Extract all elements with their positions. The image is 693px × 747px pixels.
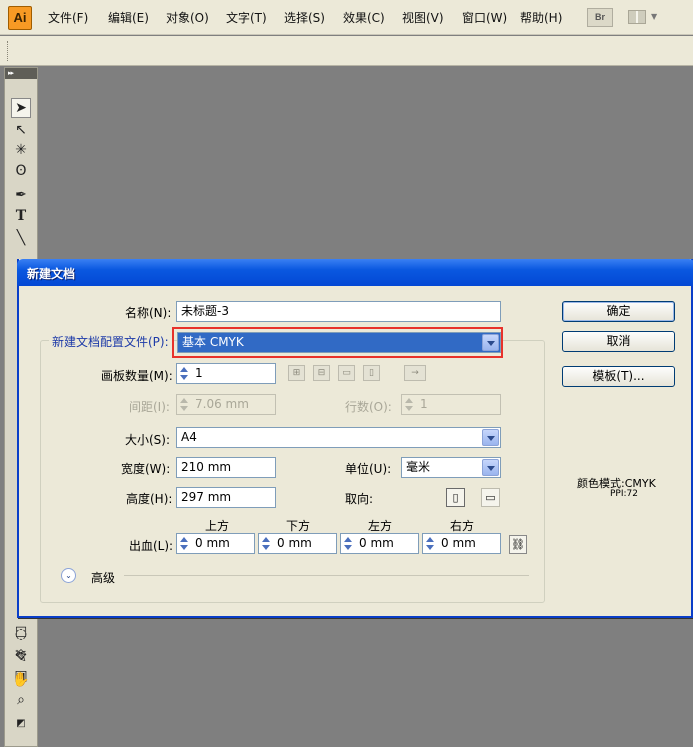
workspace-grid-icon (628, 10, 646, 24)
bleed-right-label: 右方 (450, 519, 475, 533)
arrange-by-row-icon[interactable]: ▭ (338, 365, 355, 381)
app-logo: Ai (8, 6, 32, 30)
menu-bar: Ai 文件(F) 编辑(E) 对象(O) 文字(T) 选择(S) 效果(C) 视… (0, 0, 693, 35)
spacing-input: 7.06 mm (176, 394, 276, 415)
stepper-icon[interactable] (178, 366, 190, 381)
stepper-icon[interactable] (178, 536, 190, 551)
artboard-tool-icon[interactable]: ☐ (11, 623, 31, 643)
size-label: 大小(S): (125, 433, 171, 447)
units-label: 单位(U): (345, 462, 392, 476)
stepper-icon (178, 397, 190, 412)
control-bar (0, 36, 693, 66)
bleed-top-value: 0 mm (195, 536, 230, 550)
menu-type[interactable]: 文字(T) (226, 9, 267, 26)
tools-panel-header[interactable]: ▸▸ (5, 68, 37, 79)
menu-object[interactable]: 对象(O) (166, 9, 209, 26)
workspace-switcher-button[interactable]: ▼ (628, 8, 662, 27)
menu-select[interactable]: 选择(S) (284, 9, 325, 26)
height-label: 高度(H): (126, 492, 173, 506)
arrange-by-column-icon[interactable]: ▯ (363, 365, 380, 381)
menu-effect[interactable]: 效果(C) (343, 9, 385, 26)
profile-select[interactable]: 基本 CMYK (177, 332, 501, 353)
expand-chevron-icon[interactable]: ⌄ (61, 568, 76, 583)
units-select-value: 毫米 (406, 460, 431, 474)
spacing-label: 间距(I): (129, 400, 170, 414)
bleed-label: 出血(L): (129, 539, 174, 553)
width-label: 宽度(W): (121, 462, 171, 476)
stepper-icon[interactable] (260, 536, 272, 551)
rows-label: 行数(O): (345, 400, 392, 414)
layout-direction-icon[interactable]: → (404, 365, 426, 381)
portrait-orientation-icon[interactable]: ▯ (446, 488, 465, 507)
magic-wand-tool-icon[interactable]: ✳ (11, 140, 31, 160)
bleed-bottom-input[interactable]: 0 mm (258, 533, 337, 554)
bleed-top-input[interactable]: 0 mm (176, 533, 255, 554)
fill-stroke-swatch-icon[interactable]: ◩ (11, 714, 31, 734)
size-select-value: A4 (181, 430, 197, 444)
dialog-titlebar[interactable]: 新建文档 (17, 259, 693, 286)
orientation-label: 取向: (345, 492, 374, 506)
profile-select-value: 基本 CMYK (182, 335, 244, 349)
rows-value: 1 (420, 397, 428, 411)
bleed-right-value: 0 mm (441, 536, 476, 550)
bleed-top-label: 上方 (205, 519, 230, 533)
pen-tool-icon[interactable]: ✒ (11, 185, 31, 205)
bleed-left-label: 左方 (368, 519, 393, 533)
new-document-dialog: 新建文档 名称(N): 未标题-3 新建文档配置文件(P): 基本 CMYK 画… (17, 259, 693, 618)
chevron-down-icon[interactable] (482, 459, 499, 476)
profile-label: 新建文档配置文件(P): (49, 333, 172, 350)
cancel-button[interactable]: 取消 (562, 331, 675, 352)
menu-edit[interactable]: 编辑(E) (108, 9, 149, 26)
grid-by-row-icon[interactable]: ⊞ (288, 365, 305, 381)
height-input[interactable]: 297 mm (176, 487, 276, 508)
menu-window[interactable]: 窗口(W) (462, 9, 507, 26)
spacing-value: 7.06 mm (195, 397, 249, 411)
grid-by-column-icon[interactable]: ⊟ (313, 365, 330, 381)
direct-selection-tool-icon[interactable]: ↖ (11, 120, 31, 140)
selection-tool-icon[interactable]: ➤ (11, 98, 31, 118)
bleed-bottom-label: 下方 (286, 519, 311, 533)
chevron-down-icon[interactable] (482, 334, 499, 351)
dialog-title: 新建文档 (27, 267, 76, 281)
control-bar-grip[interactable] (7, 41, 9, 61)
menu-view[interactable]: 视图(V) (402, 9, 444, 26)
name-label: 名称(N): (125, 306, 172, 320)
chevron-down-icon[interactable] (482, 429, 499, 446)
stepper-icon[interactable] (342, 536, 354, 551)
lasso-tool-icon[interactable]: ʘ (11, 161, 31, 181)
stepper-icon[interactable] (424, 536, 436, 551)
zoom-tool-icon[interactable]: ⌕ (11, 690, 31, 710)
name-input[interactable]: 未标题-3 (176, 301, 501, 322)
ok-button[interactable]: 确定 (562, 301, 675, 322)
artboard-count-input[interactable]: 1 (176, 363, 276, 384)
type-tool-icon[interactable]: T (11, 206, 31, 226)
artboard-count-value: 1 (195, 366, 203, 380)
artboard-count-label: 画板数量(M): (101, 369, 173, 383)
advanced-divider (124, 575, 529, 576)
bleed-right-input[interactable]: 0 mm (422, 533, 501, 554)
bleed-bottom-value: 0 mm (277, 536, 312, 550)
rows-input: 1 (401, 394, 501, 415)
chevron-down-icon: ▼ (651, 12, 658, 21)
stepper-icon (403, 397, 415, 412)
bleed-left-input[interactable]: 0 mm (340, 533, 419, 554)
size-select[interactable]: A4 (176, 427, 501, 448)
line-tool-icon[interactable]: ╲ (11, 228, 31, 248)
bridge-button[interactable]: Br (587, 8, 613, 27)
chain-link-icon[interactable]: ⛓ (509, 535, 527, 554)
hand-tool-icon[interactable]: ✋ (11, 670, 31, 690)
ppi-text: PPI:72 (610, 489, 638, 499)
bleed-left-value: 0 mm (359, 536, 394, 550)
width-input[interactable]: 210 mm (176, 457, 276, 478)
menu-help[interactable]: 帮助(H) (520, 9, 562, 26)
landscape-orientation-icon[interactable]: ▭ (481, 488, 500, 507)
templates-button[interactable]: 模板(T)... (562, 366, 675, 387)
advanced-label[interactable]: 高级 (91, 569, 115, 586)
menu-file[interactable]: 文件(F) (48, 9, 88, 26)
units-select[interactable]: 毫米 (401, 457, 501, 478)
eyedropper-tool-icon[interactable]: ✎ (11, 648, 31, 668)
